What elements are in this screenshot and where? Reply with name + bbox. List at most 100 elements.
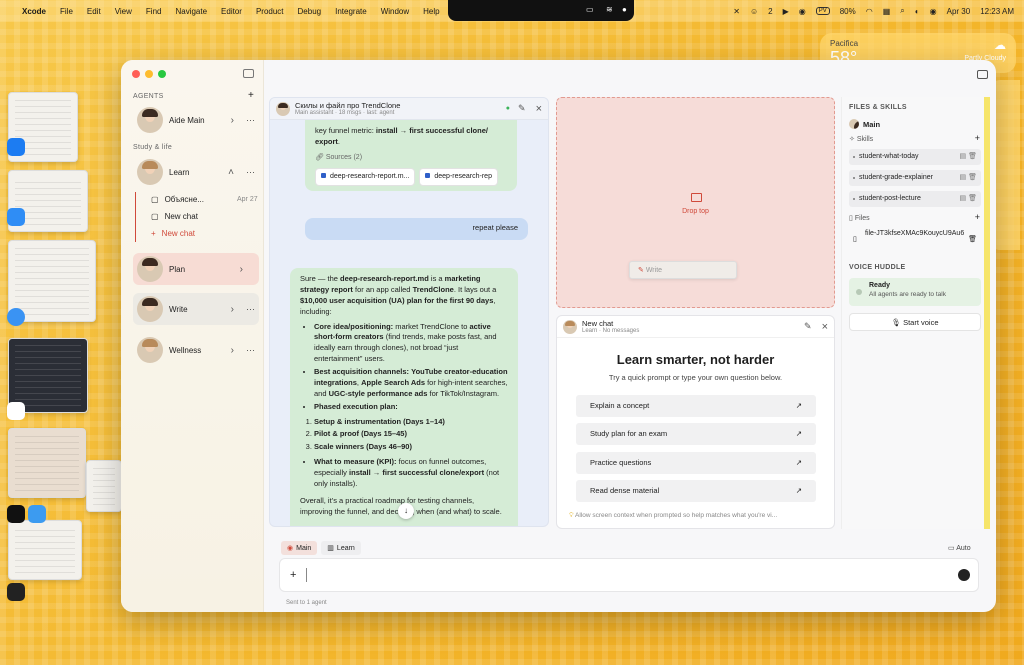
chat-item[interactable]: ▢ Объясне... Apr 27 (151, 195, 258, 204)
scroll-down-button[interactable]: ↓ (398, 503, 414, 519)
agent-wellness[interactable]: Wellness › ⋯ (133, 334, 259, 366)
skill-actions[interactable]: ▤ 🗑︎ (960, 152, 977, 160)
sidebar-toggle-icon[interactable] (243, 69, 254, 78)
window-thumbnail[interactable] (8, 428, 86, 498)
slack-app-icon[interactable] (7, 402, 25, 420)
agent-plan[interactable]: Plan › (133, 253, 259, 285)
menu-view[interactable]: View (115, 7, 132, 16)
battery-percent[interactable]: 80% (840, 7, 856, 16)
chevron-right-icon[interactable]: › (231, 115, 234, 126)
sources-label[interactable]: 🔗︎ Sources (2) (315, 153, 507, 163)
auto-toggle[interactable]: ▭ Auto (948, 544, 971, 552)
more-icon[interactable]: ⋯ (246, 345, 255, 356)
terminal-app-icon[interactable] (7, 583, 25, 601)
microphone-icon[interactable]: ● (622, 5, 627, 14)
dragging-write-chip[interactable]: ✎ Write (629, 261, 737, 279)
close-window-button[interactable] (132, 70, 140, 78)
drop-zone[interactable]: Drop top ✎ Write (556, 97, 835, 308)
skill-actions[interactable]: ▤ 🗑︎ (960, 194, 977, 202)
agent-learn[interactable]: Learn ˄ ⋯ (133, 156, 259, 188)
search-icon[interactable]: ⌕ (900, 6, 904, 16)
agent-aide-main[interactable]: Aide Main › ⋯ (133, 104, 259, 136)
menu-edit[interactable]: Edit (87, 7, 101, 16)
xcode-app-icon[interactable] (7, 138, 25, 156)
notification-badge[interactable]: 2 (768, 7, 772, 16)
menu-debug[interactable]: Debug (298, 7, 322, 16)
finder-app-icon[interactable] (7, 208, 25, 226)
minimize-window-button[interactable] (145, 70, 153, 78)
menu-window[interactable]: Window (381, 7, 409, 16)
zoom-window-button[interactable] (158, 70, 166, 78)
menu-app-name[interactable]: Xcode (22, 7, 46, 16)
screen-context-hint[interactable]: 💡︎ Allow screen context when prompted so… (569, 512, 777, 520)
close-icon[interactable]: × (822, 321, 828, 333)
finder-app-icon[interactable] (28, 505, 46, 523)
add-file-button[interactable]: + (975, 212, 980, 222)
waveform-icon[interactable]: ≋ (606, 5, 613, 14)
agent-write[interactable]: Write › ⋯ (133, 293, 259, 325)
tab-main[interactable]: ◉ Main (281, 541, 318, 555)
figma-app-icon[interactable] (7, 505, 25, 523)
tab-learn[interactable]: ▥ Learn (321, 541, 361, 555)
chevron-right-icon[interactable]: › (231, 304, 234, 315)
record-icon[interactable]: ◉ (799, 7, 806, 16)
screen-share-icon[interactable]: ▭ (586, 5, 594, 14)
chevron-right-icon[interactable]: › (231, 345, 234, 356)
safari-app-icon[interactable] (7, 308, 25, 326)
list-item: Pilot & proof (Days 15–45) (314, 429, 508, 440)
chevron-up-icon[interactable]: ˄ (228, 167, 234, 178)
prompt-practice-questions[interactable]: Practice questions ↗ (576, 452, 816, 474)
prompt-study-plan[interactable]: Study plan for an exam ↗ (576, 423, 816, 445)
chevron-right-icon[interactable]: › (240, 264, 243, 275)
more-icon[interactable]: ⋯ (246, 167, 255, 178)
menu-integrate[interactable]: Integrate (335, 7, 367, 16)
compose-icon[interactable]: ✎ (804, 321, 812, 332)
menu-editor[interactable]: Editor (221, 7, 242, 16)
cloud-icon: ☁ (994, 38, 1006, 52)
chat-item[interactable]: ▢ New chat (151, 212, 198, 221)
skill-actions[interactable]: ▤ 🗑︎ (960, 173, 977, 181)
microphone-button-icon[interactable] (958, 569, 970, 581)
wifi-icon[interactable]: ◠ (866, 7, 873, 16)
menu-find[interactable]: Find (146, 7, 162, 16)
source-chip[interactable]: deep-research-report.m... (315, 167, 416, 187)
menu-product[interactable]: Product (256, 7, 284, 16)
main-agent-row[interactable]: Main (849, 119, 880, 129)
skill-item[interactable]: student-what-today ▤ 🗑︎ (849, 149, 981, 165)
siri-icon[interactable]: ◉ (930, 7, 937, 16)
more-icon[interactable]: ⋯ (246, 115, 255, 126)
trash-icon[interactable]: 🗑︎ (968, 235, 977, 243)
more-icon[interactable]: ⋯ (246, 304, 255, 315)
inspector-toggle-icon[interactable] (977, 70, 988, 79)
source-chip[interactable]: deep-research-rep (419, 167, 498, 187)
control-center-icon[interactable]: ◐ (915, 7, 920, 16)
menu-navigate[interactable]: Navigate (175, 7, 207, 16)
start-voice-button[interactable]: 🎙︎ Start voice (849, 313, 981, 331)
pv-badge[interactable]: PV (815, 7, 830, 15)
menubar-time[interactable]: 12:23 AM (980, 7, 1014, 16)
message-composer[interactable]: + (279, 558, 979, 592)
add-skill-button[interactable]: + (975, 133, 980, 143)
window-thumbnail[interactable] (86, 460, 122, 512)
compose-icon[interactable]: ✎ (518, 103, 526, 114)
skill-item[interactable]: student-post-lecture ▤ 🗑︎ (849, 191, 981, 207)
play-icon[interactable]: ▶ (783, 7, 789, 16)
tools-icon[interactable]: ✕ (733, 7, 740, 16)
file-item[interactable]: ▯ file-JT3kfseXMAc9KouycU9Au6 🗑︎ (849, 228, 981, 252)
skill-item[interactable]: student-grade-explainer ▤ 🗑︎ (849, 170, 981, 186)
new-chat-button[interactable]: + New chat (151, 229, 195, 238)
message-bold: UGC-style performance ads (328, 388, 428, 398)
menubar-date[interactable]: Apr 30 (947, 7, 971, 16)
grid-icon[interactable]: ▦ (883, 7, 891, 16)
user-icon[interactable]: ☺ (750, 7, 758, 16)
add-agent-button[interactable]: + (248, 90, 254, 101)
menu-help[interactable]: Help (423, 7, 439, 16)
prompt-read-dense[interactable]: Read dense material ↗ (576, 480, 816, 502)
window-thumbnail[interactable] (8, 520, 82, 580)
prompt-explain-concept[interactable]: Explain a concept ↗ (576, 395, 816, 417)
attach-plus-icon[interactable]: + (290, 569, 296, 581)
close-icon[interactable]: × (536, 103, 542, 115)
menu-file[interactable]: File (60, 7, 73, 16)
agent-name: Learn (169, 167, 190, 177)
avatar (563, 319, 577, 334)
